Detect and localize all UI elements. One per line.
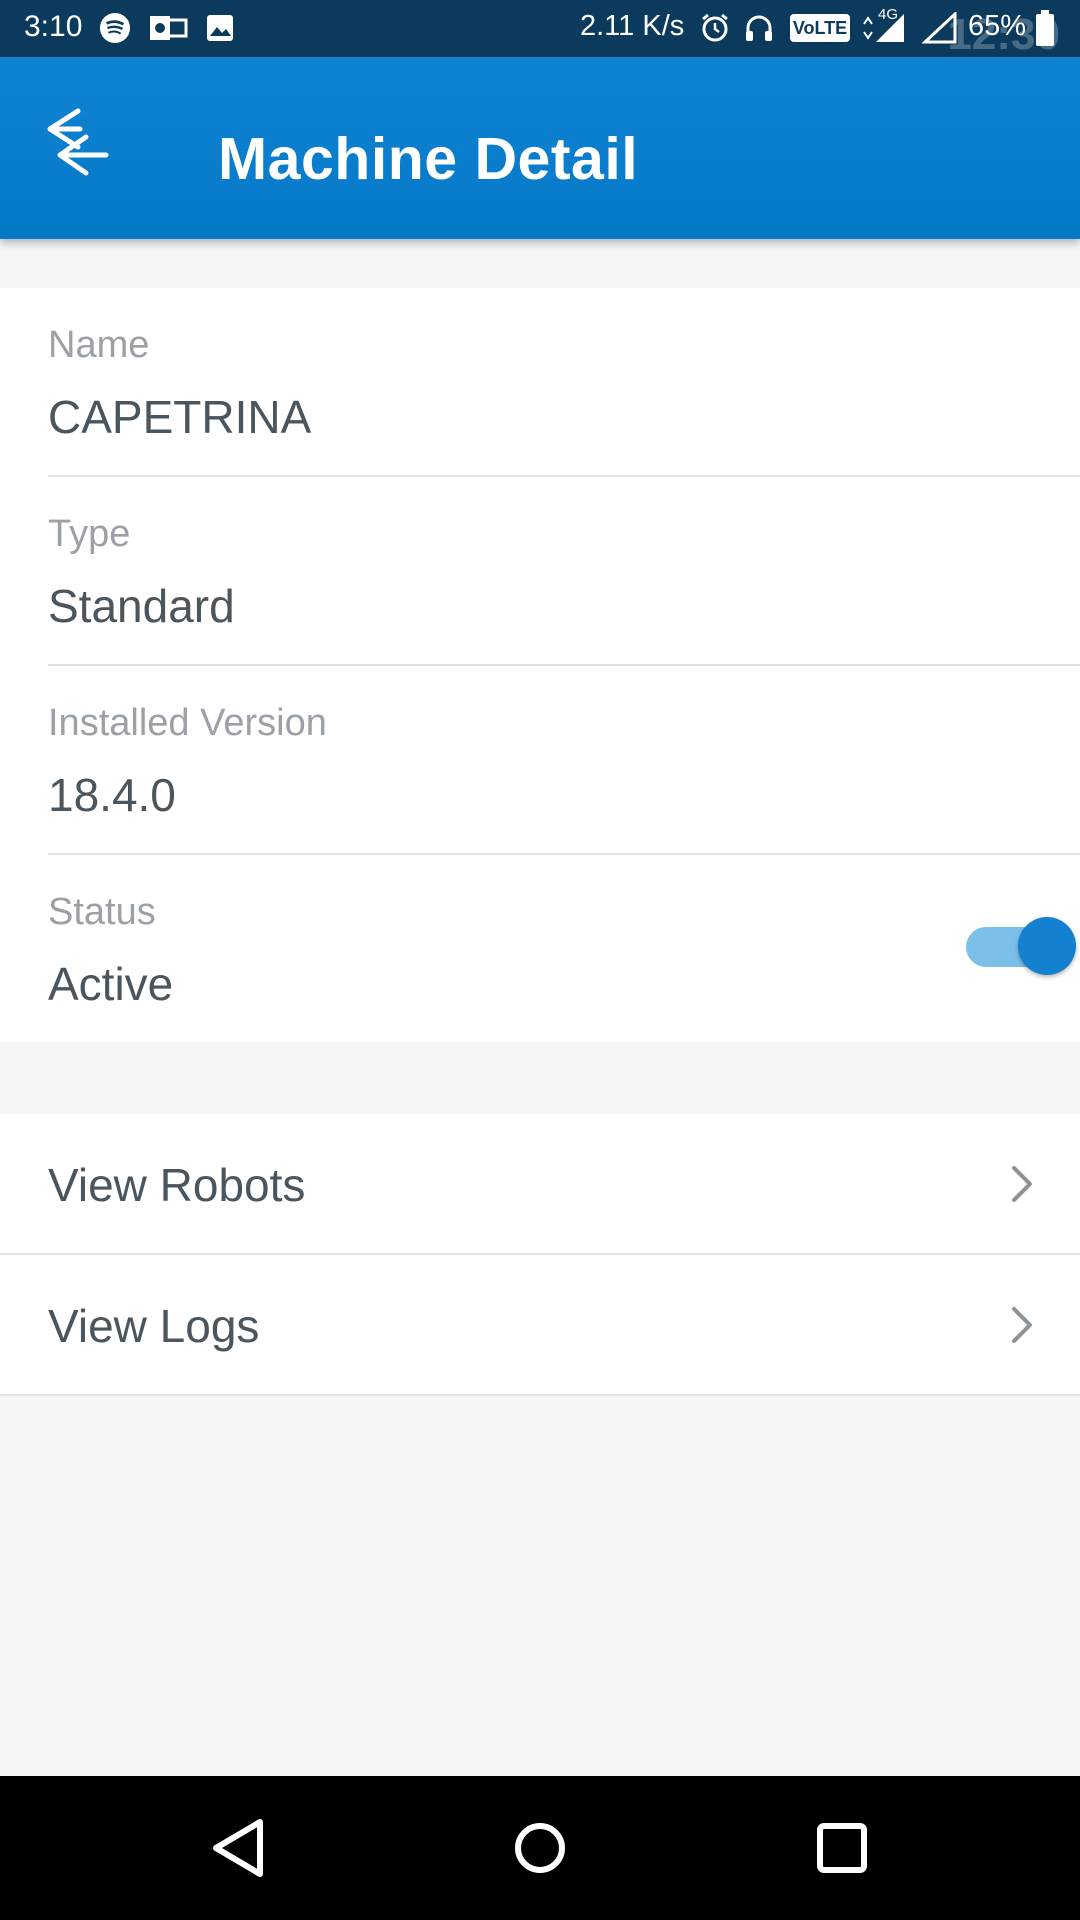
app-bar: Machine Detail [0,57,1080,239]
type-field: Type Standard [48,477,1080,666]
view-robots-label: View Robots [48,1159,306,1211]
battery-icon [1036,10,1054,46]
status-time: 3:10 [24,10,83,43]
headphones-icon [746,15,772,41]
net-speed: 2.11 K/s [580,10,685,42]
outlook-icon [150,16,188,40]
machine-detail-card: Name CAPETRINA Type Standard Installed V… [0,288,1080,1042]
view-logs-button[interactable]: View Logs [0,1255,1080,1396]
chevron-right-icon [1012,1307,1032,1343]
type-value: Standard [48,580,235,632]
system-nav-bar [0,1776,1080,1920]
action-list: View Robots View Logs [0,1114,1080,1396]
battery-percent: 65% [968,10,1027,42]
name-field: Name CAPETRINA [48,288,1080,477]
spotify-icon [99,12,131,44]
toggle-thumb [1018,917,1076,975]
status-value: Active [48,958,174,1010]
volte-badge: VoLTE [790,14,850,42]
installed-version-value: 18.4.0 [48,769,176,821]
back-arrow-icon [47,108,109,176]
status-field: Status Active [48,855,1080,1044]
nav-back-button[interactable] [198,1806,282,1890]
type-label: Type [48,513,131,555]
signal-outline-icon [922,12,957,44]
status-bar: 3:10 12:30 2.11 K/s VoLTE 4G 65% [0,0,1080,59]
view-logs-label: View Logs [48,1300,260,1352]
name-label: Name [48,324,150,366]
nav-home-button[interactable] [498,1806,582,1890]
page-title: Machine Detail [218,126,639,192]
home-circle-icon [515,1823,565,1873]
name-value: CAPETRINA [48,391,312,443]
installed-version-field: Installed Version 18.4.0 [48,666,1080,855]
back-triangle-icon [213,1819,263,1877]
status-toggle[interactable] [966,915,1078,979]
signal-icon [863,14,904,42]
installed-version-label: Installed Version [48,702,327,744]
recents-square-icon [817,1823,867,1873]
back-button[interactable] [36,97,126,187]
view-robots-button[interactable]: View Robots [0,1114,1080,1255]
alarm-icon [702,13,728,42]
nav-recents-button[interactable] [800,1806,884,1890]
chevron-right-icon [1012,1166,1032,1202]
status-label: Status [48,891,156,933]
gallery-icon [207,15,233,41]
